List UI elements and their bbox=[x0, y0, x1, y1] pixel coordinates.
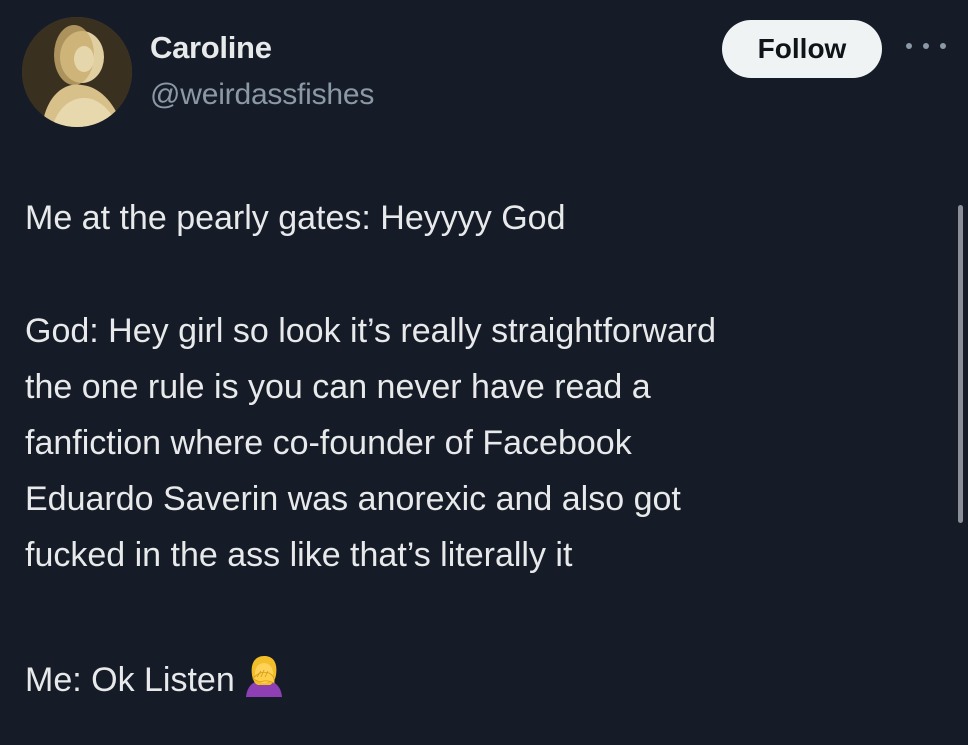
tweet-paragraph-1: Me at the pearly gates: Heyyyy God bbox=[25, 190, 945, 246]
more-options-icon[interactable] bbox=[906, 38, 946, 54]
tweet-line: Me at the pearly gates: Heyyyy God bbox=[25, 199, 566, 237]
tweet-paragraph-3: Me: Ok Listen bbox=[25, 652, 945, 708]
more-dot bbox=[923, 43, 929, 49]
tweet-line: fanfiction where co-founder of Facebook bbox=[25, 424, 632, 462]
tweet-line: fucked in the ass like that’s literally … bbox=[25, 536, 573, 574]
facepalm-woman-emoji-icon bbox=[241, 653, 287, 699]
more-dot bbox=[940, 43, 946, 49]
follow-button[interactable]: Follow bbox=[722, 20, 882, 78]
tweet-line: Me: Ok Listen bbox=[25, 661, 235, 699]
scrollbar[interactable] bbox=[958, 205, 963, 523]
tweet-paragraph-2: God: Hey girl so look it’s really straig… bbox=[25, 303, 945, 583]
avatar-portrait-icon bbox=[22, 17, 132, 127]
tweet-card: Caroline @weirdassfishes Follow Me at th… bbox=[0, 0, 968, 745]
tweet-line: the one rule is you can never have read … bbox=[25, 368, 651, 406]
avatar[interactable] bbox=[22, 17, 132, 127]
author-display-name[interactable]: Caroline bbox=[150, 30, 272, 66]
author-handle[interactable]: @weirdassfishes bbox=[150, 78, 374, 112]
tweet-line: God: Hey girl so look it’s really straig… bbox=[25, 312, 716, 350]
tweet-line: Eduardo Saverin was anorexic and also go… bbox=[25, 480, 681, 518]
more-dot bbox=[906, 43, 912, 49]
